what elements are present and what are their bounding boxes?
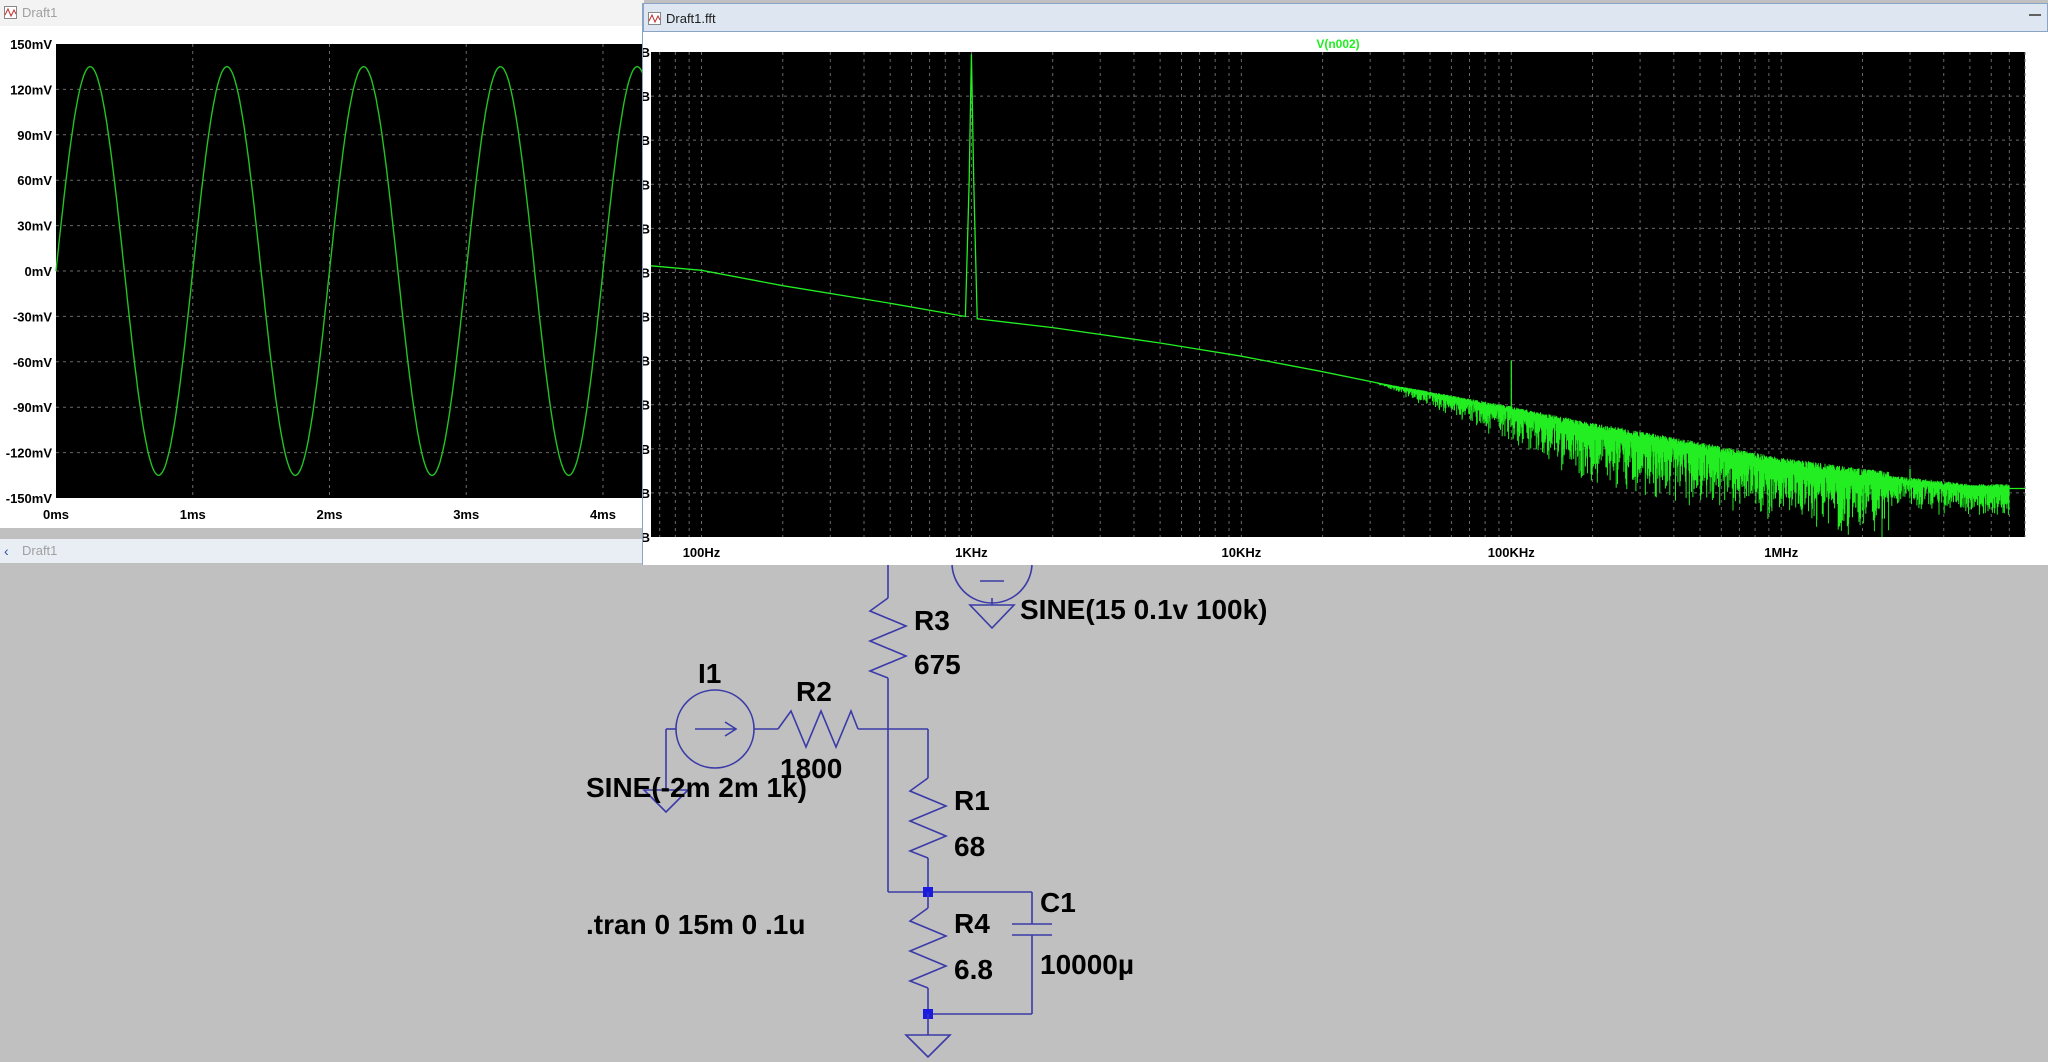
ground-symbol <box>904 1034 952 1059</box>
transient-title: Draft1 <box>22 5 58 20</box>
y-tick-label: 150mV <box>10 37 52 52</box>
y-tick-label: 120mV <box>10 82 52 97</box>
x-tick-label: 4ms <box>590 507 616 522</box>
i1-name: I1 <box>698 658 721 689</box>
schematic-canvas[interactable]: SINE(15 0.1v 100k) R3 675 I1 SINE(-2m 2m… <box>0 563 2048 1062</box>
fft-y-tick-label: -120dB <box>643 265 650 280</box>
fft-plot-area <box>651 52 2025 537</box>
fft-x-tick-label: 100KHz <box>1488 545 1535 560</box>
y-tick-label: -60mV <box>13 355 52 370</box>
fft-y-tick-label: -140dB <box>643 310 650 325</box>
waveform-icon <box>4 6 17 19</box>
y-tick-label: 60mV <box>17 173 52 188</box>
y-tick-label: -30mV <box>13 309 52 324</box>
fft-title: Draft1.fft <box>666 11 716 26</box>
r4-name: R4 <box>954 908 990 939</box>
fft-plot[interactable]: -20dB -40dB -60dB -80dB -100dB -120dB -140dB -1… <box>643 32 2047 562</box>
fft-y-tick-label: -80dB <box>643 177 650 192</box>
transient-titlebar[interactable]: Draft1 <box>0 0 644 26</box>
schematic-app-icon: ‹ <box>4 543 9 559</box>
fft-y-tick-label: -200dB <box>643 442 650 457</box>
resistor-r4[interactable] <box>907 892 949 1014</box>
fft-y-tick-label: -40dB <box>643 89 650 104</box>
x-tick-label: 1ms <box>180 507 206 522</box>
resistor-r1[interactable] <box>907 729 949 892</box>
y-tick-label: -90mV <box>13 400 52 415</box>
fft-x-tick-label: 1MHz <box>1764 545 1798 560</box>
v1-value: SINE(15 0.1v 100k) <box>1020 594 1268 625</box>
fft-y-tick-label: -180dB <box>643 398 650 413</box>
fft-y-tick-label: -160dB <box>643 354 650 369</box>
r2-name: R2 <box>796 676 832 707</box>
tran-directive[interactable]: .tran 0 15m 0 .1u <box>586 909 805 940</box>
fft-titlebar[interactable]: Draft1.fft <box>643 3 2048 32</box>
r3-value: 675 <box>914 649 961 680</box>
fft-y-tick-label: -20dB <box>643 45 650 60</box>
fft-trace-label[interactable]: V(n002) <box>1316 37 1359 51</box>
r4-value: 6.8 <box>954 954 993 985</box>
resistor-r3[interactable] <box>867 563 909 892</box>
transient-plot[interactable]: 150mV 120mV 90mV 60mV 30mV 0mV -30mV -60mV -90mV… <box>0 26 644 528</box>
fft-window[interactable]: Draft1.fft -20dB -40dB -60dB -80dB -100dB -12… <box>642 3 2048 565</box>
x-tick-label: 0ms <box>43 507 69 522</box>
fft-y-tick-label: -220dB <box>643 486 650 501</box>
resistor-r2[interactable] <box>754 708 928 750</box>
schematic-title: Draft1 <box>22 543 58 558</box>
r1-value: 68 <box>954 831 985 862</box>
fft-y-tick-label: -240dB <box>643 530 650 545</box>
schematic-window[interactable]: ‹ Draft1 SINE(15 0.1v 100k) R3 675 I1 SI… <box>0 539 2048 1062</box>
y-tick-label: 30mV <box>17 219 52 234</box>
fft-x-tick-label: 1KHz <box>955 545 988 560</box>
r3-name: R3 <box>914 605 950 636</box>
waveform-icon <box>648 12 661 25</box>
i1-value: SINE(-2m 2m 1k) <box>586 772 807 803</box>
c1-name: C1 <box>1040 887 1076 918</box>
y-tick-label: -150mV <box>6 491 53 506</box>
r2-value: 1800 <box>780 753 842 784</box>
fft-y-tick-label: -100dB <box>643 221 650 236</box>
y-tick-label: 0mV <box>25 264 53 279</box>
y-tick-label: -120mV <box>6 446 53 461</box>
fft-x-tick-label: 100Hz <box>683 545 721 560</box>
c1-value: 10000µ <box>1040 949 1134 980</box>
fft-x-tick-label: 10KHz <box>1221 545 1261 560</box>
fft-y-tick-label: -60dB <box>643 133 650 148</box>
minimize-icon[interactable] <box>2029 14 2041 16</box>
r1-name: R1 <box>954 785 990 816</box>
transient-window[interactable]: Draft1 150mV 120mV 90mV 60mV 30mV 0mV -30mV -60… <box>0 0 644 528</box>
x-tick-label: 2ms <box>316 507 342 522</box>
y-tick-label: 90mV <box>17 128 52 143</box>
x-tick-label: 3ms <box>453 507 479 522</box>
